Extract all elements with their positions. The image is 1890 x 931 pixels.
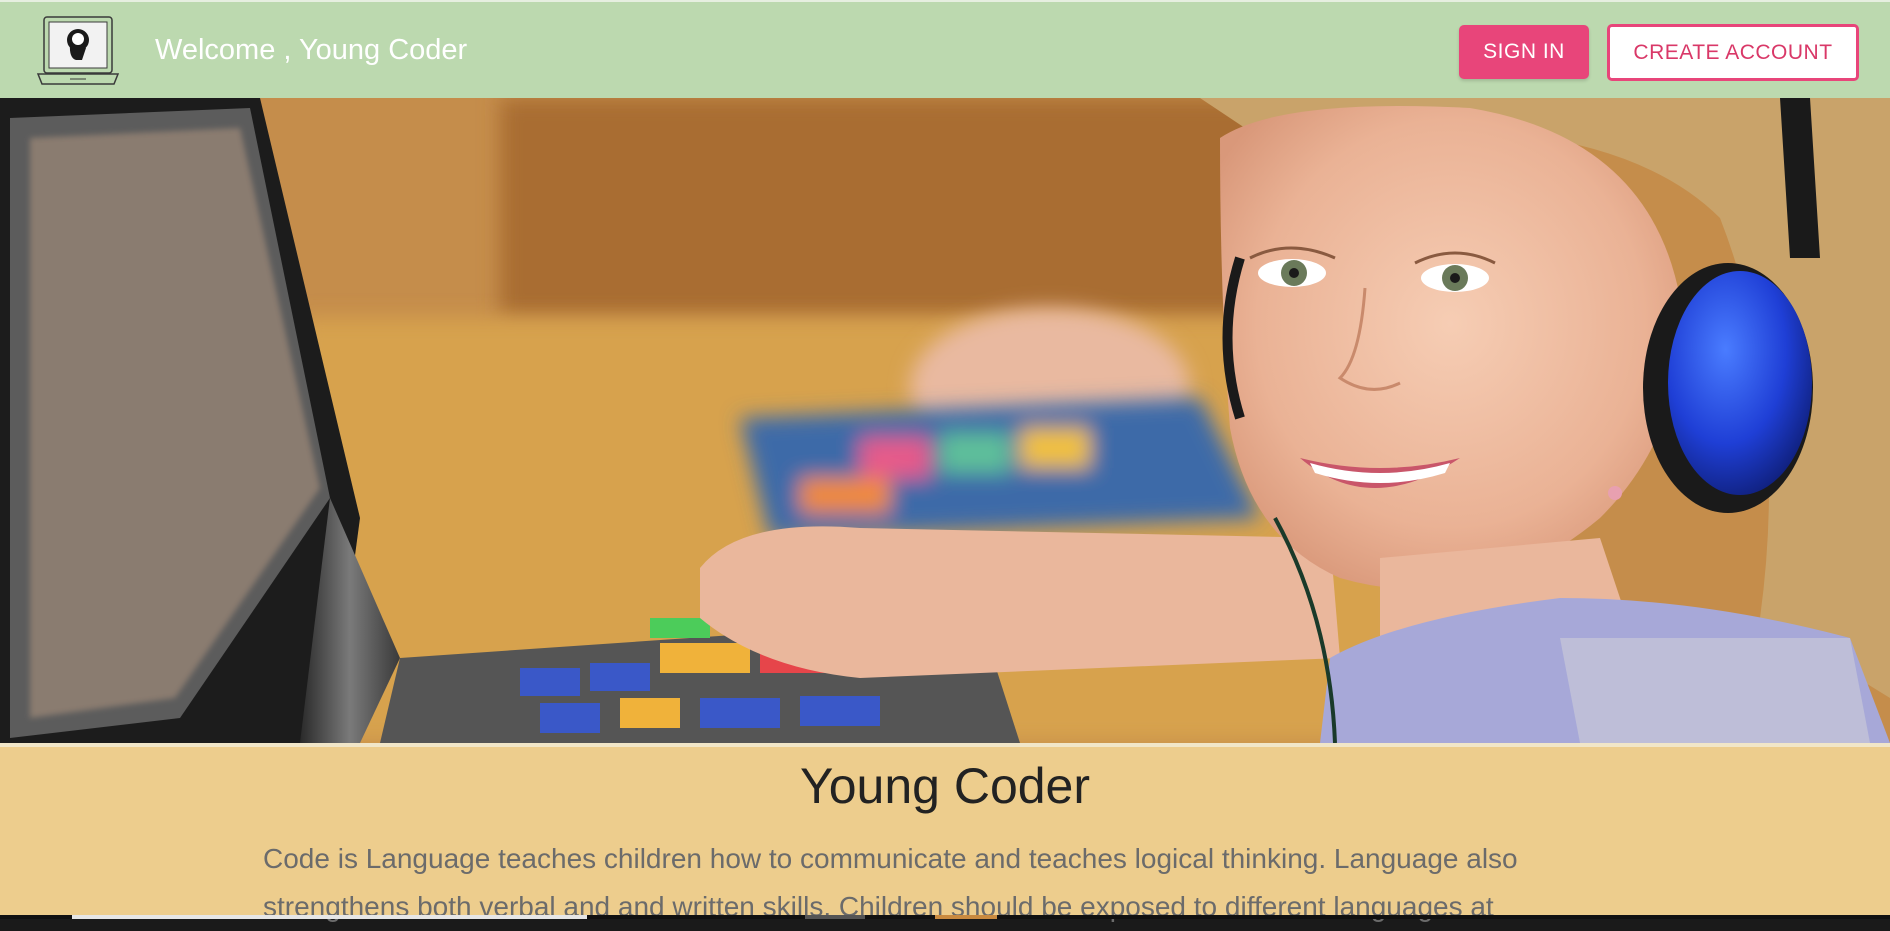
create-account-button[interactable]: CREATE ACCOUNT — [1607, 24, 1859, 81]
page-title: Young Coder — [799, 758, 1091, 814]
welcome-title: Welcome , Young Coder — [155, 34, 468, 66]
strip-segment — [935, 915, 997, 919]
top-navbar: Welcome , Young Coder SIGN IN CREATE ACC… — [0, 0, 1890, 98]
strip-segment — [805, 915, 865, 919]
laptop-head-logo-icon[interactable] — [36, 14, 120, 90]
taskbar-strip — [0, 915, 1890, 919]
hero-image — [0, 98, 1890, 743]
strip-segment — [72, 915, 587, 919]
sign-in-button[interactable]: SIGN IN — [1459, 25, 1589, 79]
intro-section: Young Coder Code is Language teaches chi… — [0, 743, 1890, 922]
